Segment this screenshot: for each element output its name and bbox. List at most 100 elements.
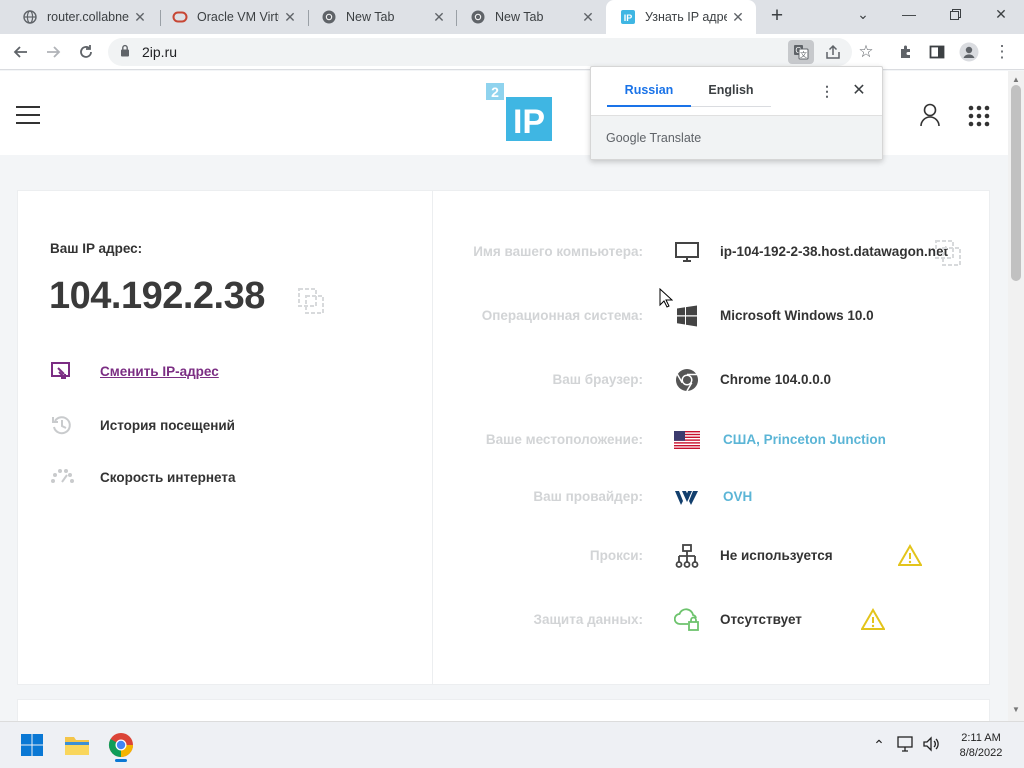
translate-icon[interactable]: G文 [788,40,814,64]
oracle-icon [172,9,188,25]
network-status-icon[interactable] [897,736,915,754]
translate-close-button[interactable]: ✕ [850,81,868,101]
address-bar[interactable]: 2ip.ru G文 [108,38,852,66]
profile-avatar-icon[interactable] [957,40,981,64]
logo-text: IP [513,103,545,141]
url-text: 2ip.ru [142,44,178,60]
translate-menu-icon[interactable]: ⋮ [819,81,835,101]
user-icon[interactable] [919,103,941,132]
tab-strip: router.collabnet ✕ Oracle VM Virtu ✕ New… [0,0,1024,34]
taskbar: ⌃ 2:11 AM 8/8/2022 [0,721,1024,768]
close-window-button[interactable]: ✕ [978,0,1024,30]
info-row-location: Ваше местоположение: США, Princeton Junc… [18,425,991,455]
back-button[interactable] [9,40,33,64]
system-clock[interactable]: 2:11 AM 8/8/2022 [950,731,1012,761]
info-row-data-protection: Защита данных: Отсутствует [18,605,991,635]
info-value: Chrome 104.0.0.0 [720,372,832,387]
translate-footer: Google Translate [591,115,882,159]
2ip-favicon-icon: IP [620,9,636,25]
provider-link[interactable]: OVH [723,489,752,504]
tab-router[interactable]: router.collabnet ✕ [8,0,158,34]
next-section-card [17,699,990,721]
tray-chevron-up-icon[interactable]: ⌃ [870,736,888,754]
start-icon[interactable] [17,730,47,760]
info-key: Ваш провайдер: [533,489,643,504]
info-value: ip-104-192-2-38.host.datawagon.net [720,244,949,259]
tab-oracle[interactable]: Oracle VM Virtu ✕ [158,0,308,34]
tab-close-icon[interactable]: ✕ [132,9,148,25]
warning-icon [860,608,886,632]
file-explorer-icon[interactable] [62,730,92,760]
side-panel-icon[interactable] [925,40,949,64]
screen: router.collabnet ✕ Oracle VM Virtu ✕ New… [0,0,1024,768]
tab-label: New Tab [495,10,544,24]
tab-label: router.collabnet [47,10,129,24]
new-tab-button[interactable]: + [766,5,788,28]
page-content: 2 IP Ваш IP адрес: 104.192.2.38 Сменить … [0,71,1008,721]
copy-icon[interactable] [934,239,962,272]
tab-close-icon[interactable]: ✕ [580,9,596,25]
forward-button[interactable] [41,40,65,64]
scrollbar-thumb[interactable] [1011,85,1021,281]
page-scrollbar[interactable]: ▲ ▼ [1008,71,1024,721]
minimize-button[interactable]: — [886,0,932,30]
info-value: Не используется [720,548,833,563]
info-key: Операционная система: [481,308,643,323]
svg-text:文: 文 [800,50,807,59]
translate-popup: Russian English ⋮ ✕ Google Translate [590,66,883,160]
ip-info-card: Ваш IP адрес: 104.192.2.38 Сменить IP-ад… [17,190,990,685]
info-key: Прокси: [589,548,643,563]
bookmark-star-icon[interactable]: ☆ [854,40,878,64]
restore-button[interactable] [932,0,978,30]
share-icon[interactable] [824,43,842,66]
apps-grid-icon[interactable] [968,105,990,132]
google-translate-label: Google Translate [606,131,702,145]
chrome-icon [470,9,486,25]
site-logo[interactable]: 2 IP [486,83,552,141]
active-app-indicator [115,759,127,762]
info-row-browser: Ваш браузер: Chrome 104.0.0.0 [18,365,991,395]
info-key: Ваше местоположение: [485,432,643,447]
extensions-icon[interactable] [894,40,918,64]
tab-close-icon[interactable]: ✕ [431,9,447,25]
tab-close-icon[interactable]: ✕ [730,9,746,25]
browser-menu-icon[interactable]: ⋮ [990,40,1014,64]
warning-icon [897,544,923,568]
info-value: Отсутствует [720,612,802,627]
scroll-up-icon[interactable]: ▲ [1012,75,1020,84]
info-row-provider: Ваш провайдер: OVH [18,482,991,512]
chevron-down-icon[interactable]: ⌄ [840,0,886,30]
info-key: Имя вашего компьютера: [473,244,643,259]
browser-toolbar: 2ip.ru G文 ☆ ⋮ [0,34,1024,70]
ovh-logo-icon [674,484,700,510]
translate-tab-english[interactable]: English [691,83,771,107]
tab-label: Узнать IP адрес [645,10,727,24]
info-key: Ваш браузер: [552,372,643,387]
cloud-lock-icon [674,607,700,633]
location-link[interactable]: США, Princeton Junction [723,432,886,447]
hamburger-menu-icon[interactable] [16,106,40,124]
tab-close-icon[interactable]: ✕ [282,9,298,25]
info-row-proxy: Прокси: Не используется [18,541,991,571]
windows-icon [674,303,700,329]
svg-text:IP: IP [624,13,633,23]
volume-icon[interactable] [922,736,940,754]
clock-date: 8/8/2022 [959,747,1003,759]
tab-new-2[interactable]: New Tab ✕ [456,0,606,34]
monitor-icon [674,239,700,265]
chrome-taskbar-icon[interactable] [106,730,136,762]
logo-badge: 2 [491,84,499,100]
reload-button[interactable] [74,40,98,64]
info-row-os: Операционная система: Microsoft Windows … [18,301,991,331]
translate-tab-russian[interactable]: Russian [607,83,691,107]
us-flag-icon [674,427,700,453]
scroll-down-icon[interactable]: ▼ [1012,705,1020,714]
tab-new-1[interactable]: New Tab ✕ [307,0,457,34]
tab-label: Oracle VM Virtu [197,10,279,24]
tab-label: New Tab [346,10,395,24]
info-row-hostname: Имя вашего компьютера: ip-104-192-2-38.h… [18,237,991,267]
chrome-icon [674,367,700,393]
tab-2ip[interactable]: IP Узнать IP адрес ✕ [606,0,756,34]
chrome-icon [321,9,337,25]
mouse-cursor-icon [659,287,674,313]
